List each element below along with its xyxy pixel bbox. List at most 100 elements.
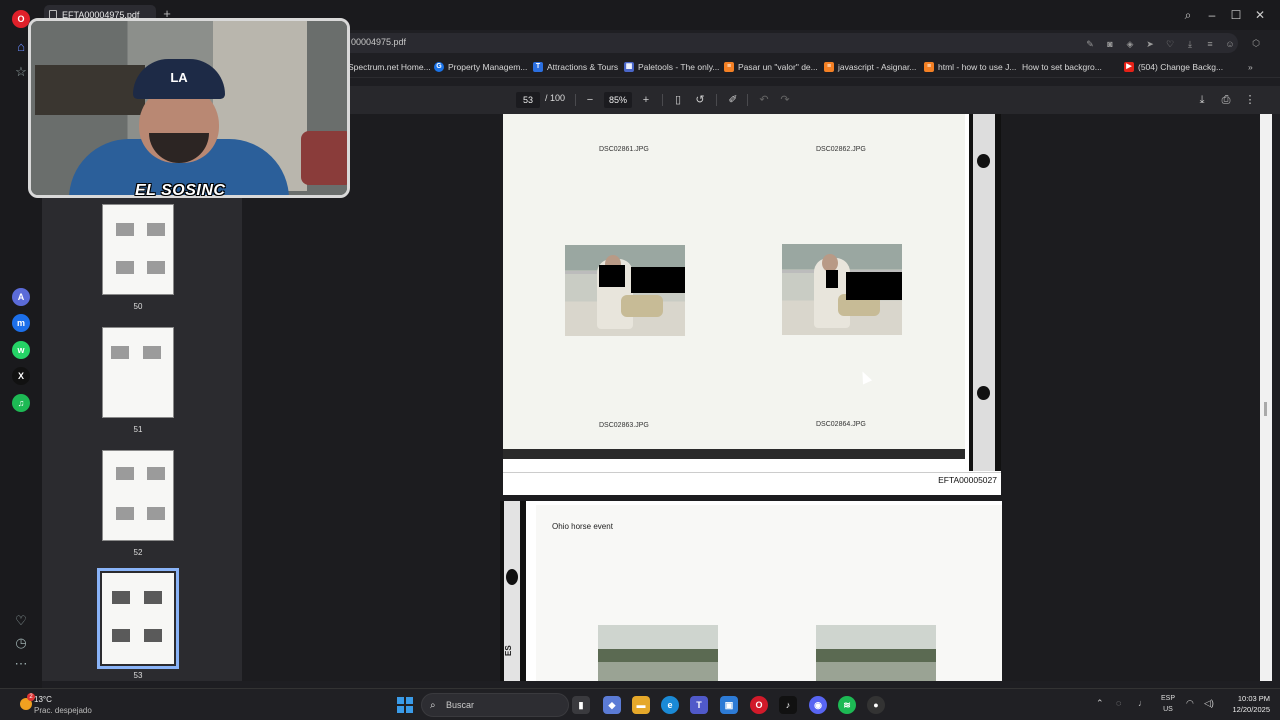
photo — [598, 625, 718, 681]
thumb-photo — [144, 591, 162, 604]
more-icon[interactable]: ⋯ — [12, 655, 30, 673]
bookmark-item[interactable]: ▦ Paletools - The only... — [624, 60, 719, 74]
redo-icon[interactable]: ↷ — [777, 91, 793, 109]
divider — [662, 94, 663, 106]
extensions-icon[interactable]: ⬡ — [1250, 37, 1262, 49]
thumb-photo — [116, 223, 134, 236]
print-icon[interactable]: ⎙ — [1218, 91, 1234, 109]
more-options-icon[interactable]: ⋮ — [1242, 91, 1258, 109]
edge-icon[interactable]: e — [661, 696, 679, 714]
opera-icon[interactable]: O — [750, 696, 768, 714]
thumbnail-page[interactable] — [102, 204, 174, 295]
divider — [716, 94, 717, 106]
tray-app-icon[interactable]: ◌ — [1116, 698, 1121, 708]
bookmark-item[interactable]: Spectrum.net Home... — [348, 60, 431, 74]
photo-caption: DSC02862.JPG — [816, 146, 866, 153]
profile-icon[interactable]: ☺ — [1224, 38, 1236, 50]
download-icon[interactable]: ⤓ — [1184, 38, 1196, 50]
thumbnail-number: 52 — [133, 548, 143, 557]
bookmark-favicon-icon: ≡ — [924, 62, 934, 72]
history-icon[interactable]: ◷ — [12, 634, 30, 652]
wifi-icon[interactable]: ◠ — [1186, 698, 1194, 709]
bookmark-item[interactable]: ≡ Pasar un "valor" de... — [724, 60, 818, 74]
bookmark-item[interactable]: G Property Managem... — [434, 60, 527, 74]
bookmark-item[interactable]: ≡ html - how to use J... — [924, 60, 1016, 74]
weather-widget[interactable]: 2 13°C Prac. despejado — [20, 693, 100, 717]
file-explorer-icon[interactable]: ▬ — [632, 696, 650, 714]
thumbnail-page-selected[interactable] — [97, 568, 179, 669]
x-icon[interactable]: X — [12, 367, 30, 385]
spotify-icon[interactable]: ♫ — [12, 394, 30, 412]
page-number-input[interactable]: 53 — [516, 92, 540, 108]
film-strip — [969, 114, 1001, 471]
spotify-icon[interactable]: ≋ — [838, 696, 856, 714]
discord-icon[interactable]: ◉ — [809, 696, 827, 714]
windows-start-icon[interactable] — [397, 697, 413, 713]
clock[interactable]: 10:03 PM 12/20/2025 — [1222, 693, 1270, 715]
scrollbar-thumb[interactable] — [1264, 402, 1267, 416]
taskbar-search[interactable]: ⌕ Buscar — [421, 693, 569, 717]
bookmark-item[interactable]: ≡ javascript - Asignar... — [824, 60, 916, 74]
weather-desc: Prac. despejado — [34, 706, 92, 715]
thumbnail-page[interactable] — [102, 327, 174, 418]
fit-page-icon[interactable]: ▯ — [670, 91, 686, 109]
task-view-icon[interactable]: ▮ — [572, 696, 590, 714]
language-indicator[interactable]: ESP US — [1160, 693, 1176, 715]
zoom-in-icon[interactable]: + — [638, 91, 654, 109]
minimize-button[interactable]: – — [1203, 6, 1221, 24]
youtube-icon: ▶ — [1124, 62, 1134, 72]
messenger-icon[interactable]: m — [12, 314, 30, 332]
thumb-photo — [112, 629, 130, 642]
photo — [816, 625, 936, 681]
viewer-scrollbar[interactable] — [1260, 114, 1272, 681]
shield-icon[interactable]: ◈ — [1124, 38, 1136, 50]
draw-icon[interactable]: ✐ — [725, 91, 741, 109]
copilot-icon[interactable]: ◆ — [603, 696, 621, 714]
rotate-icon[interactable]: ↺ — [692, 91, 708, 109]
thumbnail-number: 51 — [133, 425, 143, 434]
thumb-photo — [143, 346, 161, 359]
camera-icon[interactable]: ◙ — [1104, 38, 1116, 50]
bookmark-item[interactable]: T Attractions & Tours — [533, 60, 618, 74]
teams-icon[interactable]: T — [690, 696, 708, 714]
search-tabs-icon[interactable]: ⌕ — [1179, 6, 1197, 24]
bookmark-item[interactable]: ▶ (504) Change Backg... — [1124, 60, 1223, 74]
menu-icon[interactable]: ≡ — [1204, 38, 1216, 50]
url-text: 00004975.pdf — [351, 37, 407, 47]
zoom-input[interactable]: 85% — [604, 92, 632, 108]
maximize-button[interactable]: ☐ — [1227, 6, 1245, 24]
weather-temp: 13°C — [34, 695, 52, 704]
thumb-photo — [147, 261, 165, 274]
zoom-out-icon[interactable]: − — [582, 91, 598, 109]
time: 10:03 PM — [1237, 694, 1270, 703]
mic-icon[interactable]: ♩ — [1138, 698, 1147, 708]
pdf-viewer[interactable]: DSC02861.JPG DSC02862.JPG DSC02863.JPG D… — [242, 114, 1260, 681]
close-button[interactable]: ✕ — [1251, 6, 1269, 24]
aria-icon[interactable]: A — [12, 288, 30, 306]
heart-icon[interactable]: ♡ — [12, 612, 30, 630]
photo-caption: DSC02863.JPG — [599, 422, 649, 429]
thumb-photo — [116, 507, 134, 520]
heart-icon[interactable]: ♡ — [1164, 38, 1176, 50]
thumbnail-number: 53 — [133, 671, 143, 680]
more-bookmarks-icon[interactable]: » — [1248, 60, 1253, 74]
app-icon[interactable]: ● — [867, 696, 885, 714]
whatsapp-icon[interactable]: w — [12, 341, 30, 359]
photo — [782, 244, 902, 335]
divider — [747, 94, 748, 106]
send-icon[interactable]: ➤ — [1144, 38, 1156, 50]
taskbar: 2 13°C Prac. despejado ⌕ Buscar ▮ ◆ ▬ e … — [0, 688, 1280, 720]
tiktok-icon[interactable]: ♪ — [779, 696, 797, 714]
download-icon[interactable]: ⤓ — [1194, 91, 1210, 109]
volume-icon[interactable]: ◁) — [1204, 698, 1214, 709]
divider — [575, 94, 576, 106]
thumb-photo — [144, 629, 162, 642]
undo-icon[interactable]: ↶ — [756, 91, 772, 109]
thumbnail-page[interactable] — [102, 450, 174, 541]
edit-icon[interactable]: ✎ — [1084, 38, 1096, 50]
thumb-photo — [116, 467, 134, 480]
thumb-photo — [112, 591, 130, 604]
tray-chevron-icon[interactable]: ⌃ — [1096, 698, 1104, 709]
store-icon[interactable]: ▣ — [720, 696, 738, 714]
bookmark-item[interactable]: How to set backgro... — [1022, 60, 1102, 74]
